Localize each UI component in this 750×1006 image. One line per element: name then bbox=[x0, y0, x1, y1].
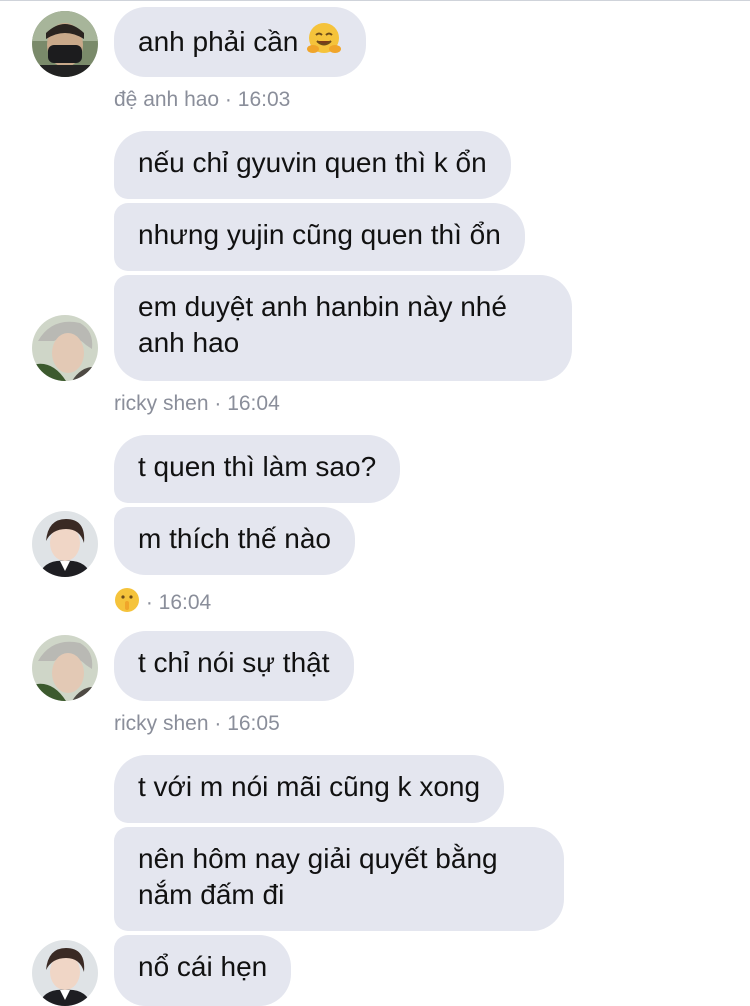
message-bubble[interactable]: nhưng yujin cũng quen thì ổn bbox=[114, 203, 525, 271]
message-text: m thích thế nào bbox=[138, 523, 332, 554]
message-bubble[interactable]: t chỉ nói sự thật bbox=[114, 631, 354, 701]
message-text: t với m nói mãi cũng k xong bbox=[138, 771, 481, 802]
message-text: em duyệt anh hanbin này nhé bbox=[138, 291, 507, 322]
avatar-ricky-shen[interactable] bbox=[32, 635, 98, 701]
message-text: nhưng yujin cũng quen thì ổn bbox=[138, 219, 501, 250]
message-text: nổ cái hẹn bbox=[138, 951, 268, 982]
message-text: nếu chỉ gyuvin quen thì k ổn bbox=[138, 147, 487, 178]
message-text: nên hôm nay giải quyết bằng bbox=[138, 843, 498, 874]
sender-timestamp: đệ anh hao · 16:03 bbox=[114, 88, 291, 111]
message-bubble[interactable]: nên hôm nay giải quyết bằng nắm đấm đi bbox=[114, 827, 564, 931]
message-text: t chỉ nói sự thật bbox=[138, 647, 330, 678]
hugging-face-emoji-icon bbox=[306, 21, 342, 66]
message-text: anh phải cần bbox=[138, 25, 299, 57]
reaction-timestamp: · 16:04 bbox=[114, 587, 211, 620]
message-bubble[interactable]: em duyệt anh hanbin này nhé anh hao bbox=[114, 275, 572, 381]
avatar-dark-hair-user[interactable] bbox=[32, 940, 98, 1006]
timestamp-text: · 16:04 bbox=[145, 591, 212, 615]
shushing-face-emoji-icon bbox=[114, 587, 140, 620]
message-bubble[interactable]: t quen thì làm sao? bbox=[114, 435, 401, 503]
avatar-ricky-shen[interactable] bbox=[32, 315, 98, 381]
message-bubble[interactable]: m thích thế nào bbox=[114, 507, 356, 575]
message-text: anh hao bbox=[138, 327, 240, 358]
message-bubble[interactable]: t với m nói mãi cũng k xong bbox=[114, 755, 505, 823]
message-text: nắm đấm đi bbox=[138, 879, 285, 910]
avatar-masked-user[interactable] bbox=[32, 11, 98, 77]
message-bubble[interactable]: nổ cái hẹn bbox=[114, 935, 292, 1006]
message-bubble[interactable]: nếu chỉ gyuvin quen thì k ổn bbox=[114, 131, 511, 199]
sender-timestamp: ricky shen · 16:04 bbox=[114, 392, 280, 415]
message-text: t quen thì làm sao? bbox=[138, 451, 377, 482]
sender-timestamp: ricky shen · 16:05 bbox=[114, 712, 280, 735]
top-divider bbox=[0, 0, 750, 1]
message-bubble[interactable]: anh phải cần bbox=[114, 7, 367, 77]
avatar-dark-hair-user[interactable] bbox=[32, 511, 98, 577]
